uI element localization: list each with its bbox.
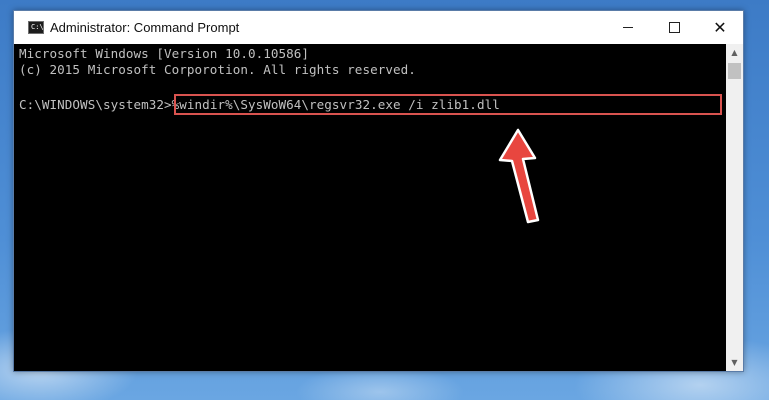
minimize-button[interactable] <box>605 11 651 44</box>
console-line: Microsoft Windows [Version 10.0.10586] <box>19 46 310 61</box>
chevron-up-icon: ▲ <box>731 48 738 57</box>
maximize-icon <box>668 22 680 33</box>
chevron-down-icon: ▼ <box>731 358 738 367</box>
close-button[interactable]: ✕ <box>697 11 743 44</box>
scroll-thumb[interactable] <box>728 63 741 79</box>
title-bar[interactable]: C:\ Administrator: Command Prompt ✕ <box>14 11 743 44</box>
cmd-app-icon: C:\ <box>28 21 44 34</box>
console-output[interactable]: Microsoft Windows [Version 10.0.10586] (… <box>14 44 726 371</box>
scroll-up-button[interactable]: ▲ <box>726 44 743 61</box>
close-icon: ✕ <box>713 17 727 37</box>
scroll-down-button[interactable]: ▼ <box>726 354 743 371</box>
command-prompt-window: C:\ Administrator: Command Prompt ✕ Micr… <box>13 10 744 372</box>
minimize-icon <box>623 27 633 28</box>
maximize-button[interactable] <box>651 11 697 44</box>
console-line: (c) 2015 Microsoft Corporotion. All righ… <box>19 62 416 77</box>
vertical-scrollbar[interactable]: ▲ ▼ <box>726 44 743 371</box>
window-title: Administrator: Command Prompt <box>50 20 240 35</box>
red-arrow-icon <box>498 128 540 224</box>
command-highlight-box <box>174 94 722 115</box>
prompt-path: C:\WINDOWS\system32> <box>19 97 172 112</box>
